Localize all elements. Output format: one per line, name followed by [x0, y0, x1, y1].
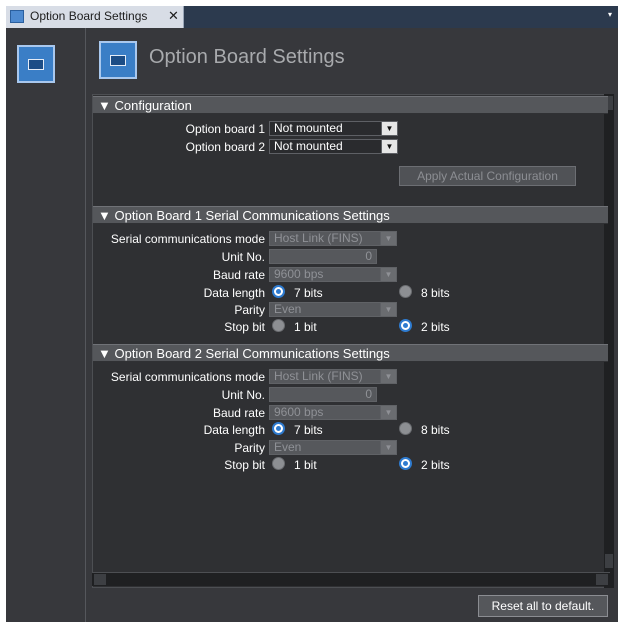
dropdown-arrow-icon[interactable]: ▼	[381, 122, 397, 135]
select-value: Not mounted	[274, 139, 343, 153]
select-value: Host Link (FINS)	[274, 231, 363, 245]
dropdown-arrow-icon[interactable]: ▼	[380, 268, 396, 281]
tab-bar: Option Board Settings ✕ ▾	[6, 6, 618, 28]
parity-label: Parity	[234, 441, 265, 455]
serial-mode-label: Serial communications mode	[110, 232, 265, 246]
option-board-2-serial-section-header[interactable]: ▼ Option Board 2 Serial Communications S…	[93, 344, 608, 362]
stop-bit-1-radio[interactable]	[272, 457, 285, 470]
scroll-right-arrow[interactable]	[596, 574, 608, 585]
stop-bit-2-label: 2 bits	[421, 458, 450, 472]
dropdown-arrow-icon[interactable]: ▼	[380, 303, 396, 316]
section-title: ▼ Option Board 1 Serial Communications S…	[98, 208, 390, 223]
select-value: 9600 bps	[274, 267, 324, 281]
parity-select[interactable]: Even ▼	[269, 302, 397, 317]
data-length-7-radio[interactable]	[272, 285, 285, 298]
configuration-section-header[interactable]: ▼ Configuration	[93, 96, 608, 114]
parity-label: Parity	[234, 303, 265, 317]
option-board-1-serial-section-header[interactable]: ▼ Option Board 1 Serial Communications S…	[93, 206, 608, 224]
baud-rate-select[interactable]: 9600 bps ▼	[269, 405, 397, 420]
stop-bit-label: Stop bit	[224, 458, 265, 472]
scroll-left-arrow[interactable]	[94, 574, 106, 585]
tab-menu-icon[interactable]: ▾	[608, 10, 614, 19]
option-board-2-select[interactable]: Not mounted ▼	[269, 139, 398, 154]
stop-bit-1-label: 1 bit	[294, 320, 317, 334]
vertical-scrollbar[interactable]	[604, 94, 614, 588]
close-icon[interactable]: ✕	[168, 8, 179, 24]
page-title: Option Board Settings	[149, 46, 345, 68]
stop-bit-2-radio[interactable]	[399, 319, 412, 332]
data-length-8-label: 8 bits	[421, 423, 450, 437]
reset-all-to-default-button[interactable]: Reset all to default.	[478, 595, 608, 617]
tab-option-board-settings[interactable]: Option Board Settings ✕	[6, 6, 184, 28]
option-board-icon[interactable]	[17, 45, 55, 83]
option-board-2-label: Option board 2	[185, 140, 265, 154]
serial-mode-label: Serial communications mode	[110, 370, 265, 384]
unit-no-label: Unit No.	[221, 388, 265, 402]
baud-rate-label: Baud rate	[212, 406, 265, 420]
sidebar-divider	[85, 28, 86, 622]
tab-title: Option Board Settings	[30, 9, 148, 23]
dropdown-arrow-icon[interactable]: ▼	[380, 441, 396, 454]
stop-bit-1-radio[interactable]	[272, 319, 285, 332]
dropdown-arrow-icon[interactable]: ▼	[381, 140, 397, 153]
select-value: Even	[274, 440, 302, 454]
option-board-1-select[interactable]: Not mounted ▼	[269, 121, 398, 136]
data-length-7-label: 7 bits	[294, 423, 323, 437]
section-title: ▼ Option Board 2 Serial Communications S…	[98, 346, 390, 361]
stop-bit-1-label: 1 bit	[294, 458, 317, 472]
data-length-8-label: 8 bits	[421, 286, 450, 300]
apply-actual-configuration-button[interactable]: Apply Actual Configuration	[399, 166, 576, 186]
unit-no-input[interactable]: 0	[269, 387, 377, 402]
board-glyph	[28, 59, 44, 70]
scroll-down-arrow[interactable]	[605, 554, 613, 568]
stop-bit-2-radio[interactable]	[399, 457, 412, 470]
data-length-7-label: 7 bits	[294, 286, 323, 300]
serial-mode-select[interactable]: Host Link (FINS) ▼	[269, 369, 397, 384]
data-length-7-radio[interactable]	[272, 422, 285, 435]
select-value: Even	[274, 302, 302, 316]
baud-rate-select[interactable]: 9600 bps ▼	[269, 267, 397, 282]
input-value: 0	[365, 387, 372, 401]
data-length-label: Data length	[203, 286, 265, 300]
horizontal-scrollbar[interactable]	[92, 572, 610, 586]
dropdown-arrow-icon[interactable]: ▼	[380, 370, 396, 383]
option-board-icon	[10, 10, 24, 23]
data-length-label: Data length	[203, 423, 265, 437]
option-board-icon	[99, 41, 137, 79]
stop-bit-2-label: 2 bits	[421, 320, 450, 334]
unit-no-input[interactable]: 0	[269, 249, 377, 264]
input-value: 0	[365, 249, 372, 263]
stop-bit-label: Stop bit	[224, 320, 265, 334]
serial-mode-select[interactable]: Host Link (FINS) ▼	[269, 231, 397, 246]
parity-select[interactable]: Even ▼	[269, 440, 397, 455]
dropdown-arrow-icon[interactable]: ▼	[380, 406, 396, 419]
select-value: Not mounted	[274, 121, 343, 135]
section-title: ▼ Configuration	[98, 98, 192, 113]
data-length-8-radio[interactable]	[399, 285, 412, 298]
select-value: 9600 bps	[274, 405, 324, 419]
data-length-8-radio[interactable]	[399, 422, 412, 435]
select-value: Host Link (FINS)	[274, 369, 363, 383]
dropdown-arrow-icon[interactable]: ▼	[380, 232, 396, 245]
board-glyph	[110, 55, 126, 66]
option-board-1-label: Option board 1	[185, 122, 265, 136]
baud-rate-label: Baud rate	[212, 268, 265, 282]
unit-no-label: Unit No.	[221, 250, 265, 264]
